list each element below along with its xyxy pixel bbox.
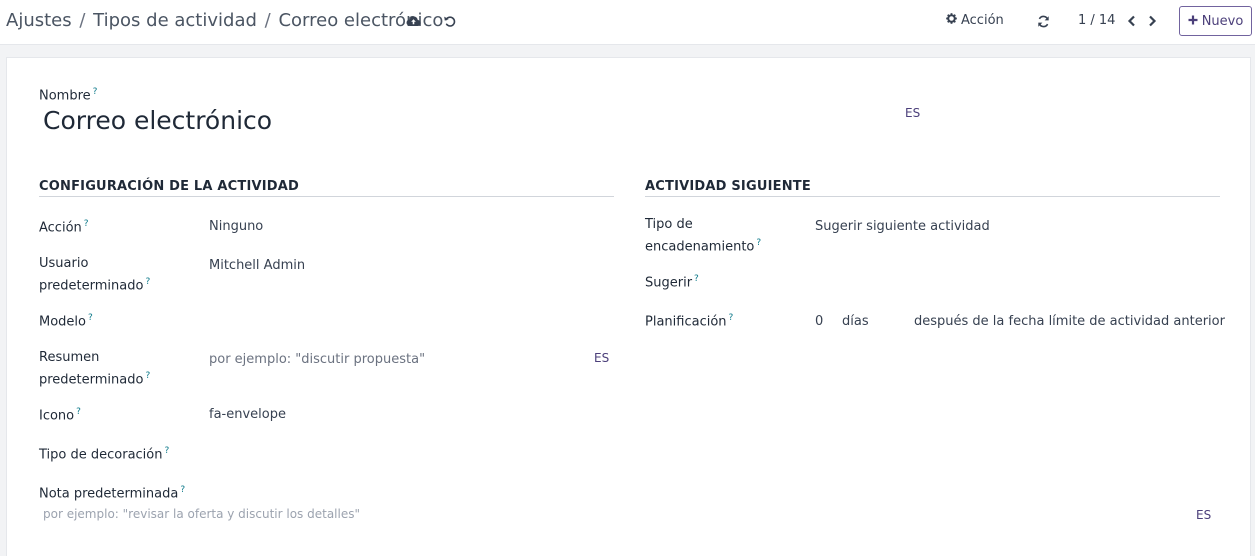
summary-language-button[interactable]: ES <box>594 351 609 365</box>
help-tooltip-icon[interactable]: ? <box>88 313 93 323</box>
pager-value[interactable]: 1 / 14 <box>1078 13 1115 28</box>
breadcrumb: Ajustes / Tipos de actividad / Correo el… <box>6 10 443 31</box>
delay-unit-select[interactable]: días <box>842 314 869 329</box>
name-label: Nombre? <box>39 87 98 104</box>
breadcrumb-separator: / <box>264 10 271 31</box>
help-tooltip-icon[interactable]: ? <box>84 219 89 229</box>
chevron-left-icon[interactable] <box>1123 12 1139 30</box>
new-button-label: Nuevo <box>1201 13 1244 29</box>
note-language-button[interactable]: ES <box>1196 508 1211 522</box>
help-tooltip-icon[interactable]: ? <box>93 87 98 97</box>
delay-count-input[interactable]: 0 <box>815 314 823 329</box>
suggest-field-label: Sugerir? <box>645 274 699 291</box>
name-input[interactable]: Correo electrónico <box>43 106 272 135</box>
breadcrumb-item-tipos-de-actividad[interactable]: Tipos de actividad <box>93 10 257 31</box>
action-select[interactable]: Ninguno <box>209 219 263 234</box>
chaining-type-label: Tipo de encadenamiento? <box>645 217 762 255</box>
planning-field-label: Planificación? <box>645 313 734 330</box>
section-divider <box>645 196 1220 197</box>
help-tooltip-icon[interactable]: ? <box>76 407 81 417</box>
plus-icon <box>1188 14 1198 29</box>
default-note-editor[interactable]: por ejemplo: "revisar la oferta y discut… <box>43 507 360 521</box>
model-field-label: Modelo? <box>39 313 93 330</box>
default-user-label: Usuario predeterminado? <box>39 256 151 294</box>
default-user-select[interactable]: Mitchell Admin <box>209 258 305 273</box>
form-sheet: Nombre? Correo electrónico ES CONFIGURAC… <box>6 57 1251 556</box>
default-summary-label: Resumen predeterminado? <box>39 350 151 388</box>
help-tooltip-icon[interactable]: ? <box>756 238 761 248</box>
new-button[interactable]: Nuevo <box>1179 6 1252 36</box>
action-menu-button[interactable]: Acción <box>946 13 1004 28</box>
control-panel: Ajustes / Tipos de actividad / Correo el… <box>0 0 1255 45</box>
decoration-type-label: Tipo de decoración? <box>39 446 170 463</box>
breadcrumb-item-ajustes[interactable]: Ajustes <box>6 10 72 31</box>
delay-from-select[interactable]: después de la fecha límite de actividad … <box>914 314 1225 329</box>
activity-settings-section-title: CONFIGURACIÓN DE LA ACTIVIDAD <box>39 179 300 194</box>
breadcrumb-separator: / <box>79 10 86 31</box>
name-language-button[interactable]: ES <box>905 106 920 120</box>
action-field-label: Acción? <box>39 219 89 236</box>
help-tooltip-icon[interactable]: ? <box>180 485 185 495</box>
help-tooltip-icon[interactable]: ? <box>145 277 150 287</box>
action-menu-label: Acción <box>961 13 1004 28</box>
icon-input[interactable]: fa-envelope <box>209 407 286 422</box>
refresh-icon[interactable] <box>1035 12 1051 30</box>
chaining-type-select[interactable]: Sugerir siguiente actividad <box>815 219 990 234</box>
default-summary-input[interactable]: por ejemplo: "discutir propuesta" <box>209 352 425 367</box>
help-tooltip-icon[interactable]: ? <box>165 446 170 456</box>
icon-field-label: Icono? <box>39 407 81 424</box>
section-divider <box>39 196 614 197</box>
cloud-upload-icon[interactable] <box>405 12 421 30</box>
next-activity-section-title: ACTIVIDAD SIGUIENTE <box>645 179 811 194</box>
undo-icon[interactable] <box>442 12 458 30</box>
chevron-right-icon[interactable] <box>1144 12 1160 30</box>
gear-icon <box>946 13 957 28</box>
help-tooltip-icon[interactable]: ? <box>145 371 150 381</box>
default-note-label: Nota predeterminada? <box>39 485 186 502</box>
help-tooltip-icon[interactable]: ? <box>729 313 734 323</box>
help-tooltip-icon[interactable]: ? <box>694 274 699 284</box>
